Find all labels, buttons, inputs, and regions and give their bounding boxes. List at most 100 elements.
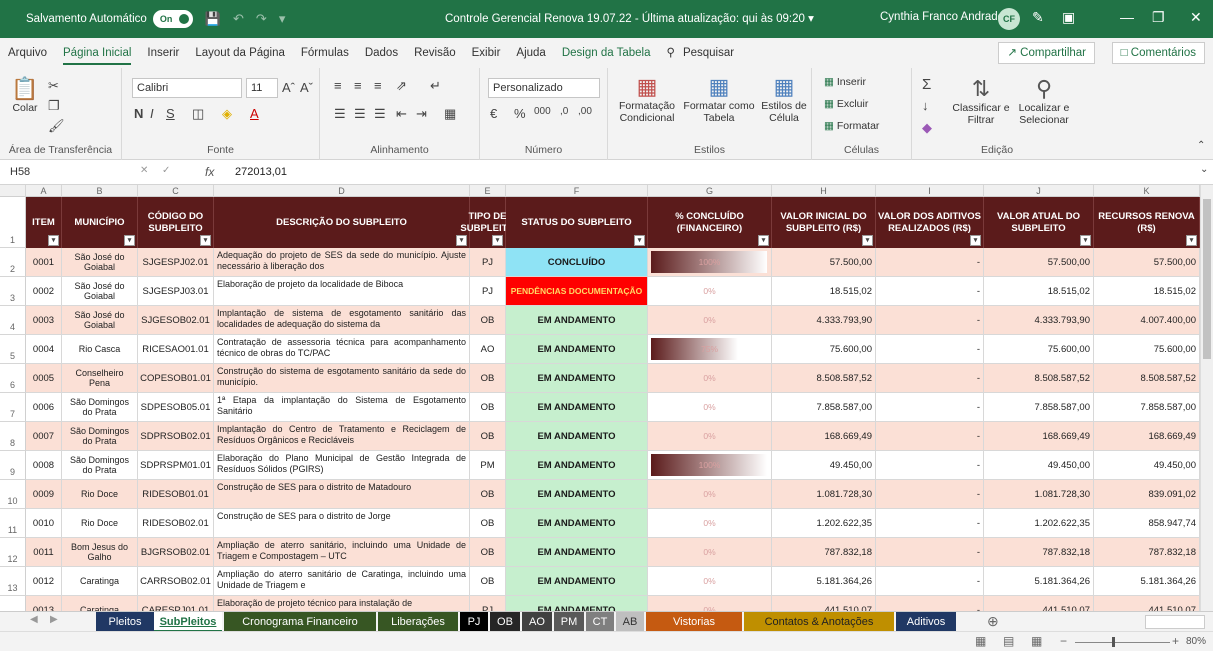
row-header[interactable]: 13 [0,567,26,596]
cell-aditivos[interactable]: - [876,480,984,509]
filter-dropdown-icon[interactable]: ▾ [124,235,135,246]
cell-descricao[interactable]: Ampliação do aterro sanitário de Caratin… [214,567,470,596]
cell-municipio[interactable]: São Domingos do Prata [62,422,138,451]
page-layout-icon[interactable]: ▤ [1003,634,1014,648]
sort-filter-button[interactable]: ⇅ Classificar e Filtrar [952,76,1010,126]
cell-aditivos[interactable]: - [876,393,984,422]
row-header[interactable]: 14 [0,596,26,611]
table-header-cell[interactable]: VALOR DOS ADITIVOS REALIZADOS (R$) ▾ [876,197,984,248]
underline-button[interactable]: S [166,106,175,121]
cell-codigo[interactable]: SDPESOB05.01 [138,393,214,422]
status-cell[interactable]: PENDÊNCIAS DOCUMENTAÇÃO [506,277,648,306]
percent-complete-cell[interactable]: 0% [648,277,772,306]
row-header[interactable]: 2 [0,248,26,277]
status-cell[interactable]: EM ANDAMENTO [506,509,648,538]
sheet-tab-ab[interactable]: AB [616,612,644,632]
status-cell[interactable]: EM ANDAMENTO [506,422,648,451]
cell-codigo[interactable]: RIDESOB02.01 [138,509,214,538]
search-icon[interactable]: ⚲ [659,38,683,68]
table-header-cell[interactable]: CÓDIGO DO SUBPLEITO ▾ [138,197,214,248]
percent-complete-cell[interactable]: 75% [648,335,772,364]
cell-codigo[interactable]: SJGESPJ03.01 [138,277,214,306]
font-color-icon[interactable]: A [250,106,259,121]
cell-recursos[interactable]: 441.510,07 [1094,596,1200,611]
status-cell[interactable]: EM ANDAMENTO [506,451,648,480]
ribbon-display-icon[interactable]: ▣ [1062,9,1075,26]
cell-valor-atual[interactable]: 1.081.728,30 [984,480,1094,509]
cell-descricao[interactable]: Elaboração de projeto da localidade de B… [214,277,470,306]
cell-municipio[interactable]: São José do Goiabal [62,277,138,306]
undo-icon[interactable]: ↶ [233,11,244,27]
format-as-table-button[interactable]: ▦ Formatar como Tabela [682,74,756,124]
cell-valor-inicial[interactable]: 1.202.622,35 [772,509,876,538]
redo-icon[interactable]: ↷ [256,11,267,27]
align-middle-icon[interactable]: ≡ [354,78,362,93]
table-header-cell[interactable]: STATUS DO SUBPLEITO ▾ [506,197,648,248]
cell-recursos[interactable]: 57.500,00 [1094,248,1200,277]
cell-aditivos[interactable]: - [876,567,984,596]
cell-aditivos[interactable]: - [876,248,984,277]
filter-dropdown-icon[interactable]: ▾ [970,235,981,246]
cell-valor-atual[interactable]: 18.515,02 [984,277,1094,306]
cell-tipo[interactable]: OB [470,364,506,393]
autosum-icon[interactable]: Σ [922,76,931,93]
tab-dados[interactable]: Dados [357,38,406,68]
pen-icon[interactable]: ✎ [1032,9,1044,26]
cell-valor-inicial[interactable]: 5.181.364,26 [772,567,876,596]
cell-codigo[interactable]: SDPRSPM01.01 [138,451,214,480]
cell-municipio[interactable]: São José do Goiabal [62,248,138,277]
cell-valor-atual[interactable]: 787.832,18 [984,538,1094,567]
sheet-tab-pj[interactable]: PJ [460,612,488,632]
sheet-tab-cronograma-financeiro[interactable]: Cronograma Financeiro [224,612,376,632]
cell-aditivos[interactable]: - [876,306,984,335]
status-cell[interactable]: EM ANDAMENTO [506,480,648,509]
cell-descricao[interactable]: Construção do sistema de esgotamento san… [214,364,470,393]
cell-municipio[interactable]: São Domingos do Prata [62,393,138,422]
cell-tipo[interactable]: OB [470,509,506,538]
cell-valor-atual[interactable]: 7.858.587,00 [984,393,1094,422]
select-all-corner[interactable] [0,185,26,197]
tab-exibir[interactable]: Exibir [464,38,509,68]
status-cell[interactable]: EM ANDAMENTO [506,567,648,596]
row-header[interactable]: 6 [0,364,26,393]
percent-complete-cell[interactable]: 0% [648,567,772,596]
cell-item[interactable]: 0011 [26,538,62,567]
normal-view-icon[interactable]: ▦ [975,634,986,648]
paste-button[interactable]: 📋 Colar [8,76,42,114]
cell-municipio[interactable]: Bom Jesus do Galho [62,538,138,567]
cell-municipio[interactable]: Caratinga [62,567,138,596]
fill-icon[interactable]: ↓ [922,98,929,113]
cell-valor-atual[interactable]: 57.500,00 [984,248,1094,277]
cell-tipo[interactable]: OB [470,567,506,596]
cell-item[interactable]: 0012 [26,567,62,596]
row-header[interactable]: 1 [0,197,26,248]
row-header[interactable]: 3 [0,277,26,306]
name-box[interactable]: H58 [6,163,106,182]
sheet-tab-vistorias[interactable]: Vistorias [646,612,742,632]
status-cell[interactable]: EM ANDAMENTO [506,596,648,611]
filter-dropdown-icon[interactable]: ▾ [48,235,59,246]
cell-recursos[interactable]: 839.091,02 [1094,480,1200,509]
cell-tipo[interactable]: OB [470,422,506,451]
cell-descricao[interactable]: Construção de SES para o distrito de Jor… [214,509,470,538]
cell-item[interactable]: 0001 [26,248,62,277]
column-header-d[interactable]: D [214,185,470,197]
insert-function-button[interactable]: fx [205,163,214,182]
sheet-tab-pm[interactable]: PM [554,612,584,632]
cell-item[interactable]: 0005 [26,364,62,393]
zoom-slider[interactable] [1075,642,1170,643]
row-header[interactable]: 12 [0,538,26,567]
insert-cells-button[interactable]: ▦ Inserir [824,76,866,88]
save-icon[interactable]: 💾 [205,11,221,27]
cell-municipio[interactable]: Rio Doce [62,509,138,538]
row-header[interactable]: 5 [0,335,26,364]
percent-complete-cell[interactable]: 0% [648,422,772,451]
next-sheet-icon[interactable]: ▶ [50,614,58,625]
cell-codigo[interactable]: CARESPJ01.01 [138,596,214,611]
percent-icon[interactable]: % [514,106,526,121]
cell-descricao[interactable]: Elaboração de projeto técnico para insta… [214,596,470,611]
zoom-in-icon[interactable]: + [1172,634,1179,648]
cell-municipio[interactable]: Conselheiro Pena [62,364,138,393]
formula-input[interactable]: 272013,01 [235,163,287,182]
cell-valor-atual[interactable]: 75.600,00 [984,335,1094,364]
